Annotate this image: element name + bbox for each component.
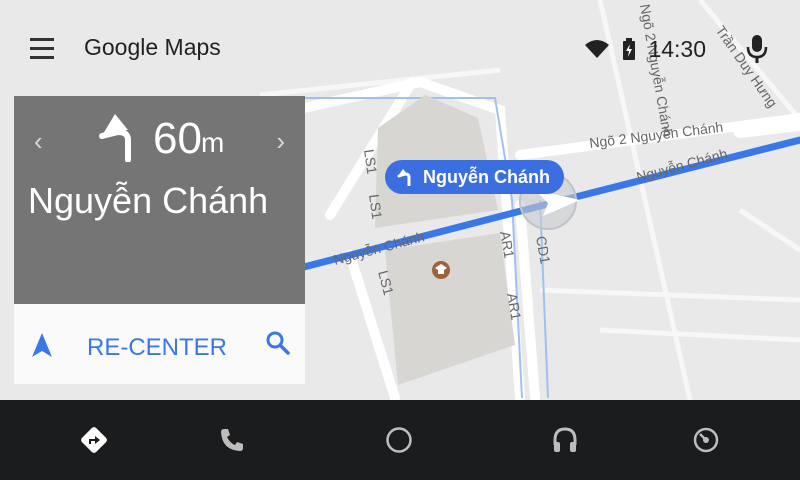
app-title: Google Maps — [84, 34, 221, 60]
top-bar: Google Maps 14:30 — [0, 0, 800, 96]
home-icon[interactable] — [379, 420, 419, 460]
recenter-button[interactable]: RE-CENTER — [87, 334, 227, 362]
turn-left-icon — [99, 114, 131, 162]
headphones-icon[interactable] — [545, 420, 585, 460]
bottom-nav-bar — [0, 400, 800, 480]
battery-icon — [623, 38, 636, 60]
wifi-icon — [585, 40, 610, 58]
navigation-icon[interactable] — [74, 420, 114, 460]
microphone-icon[interactable] — [744, 34, 770, 64]
distance-value: 60 — [153, 114, 202, 163]
status-area: 14:30 — [584, 32, 770, 66]
search-icon[interactable] — [265, 330, 291, 356]
next-step-button[interactable]: › — [276, 126, 285, 157]
current-street-pill: Nguyễn Chánh — [385, 160, 565, 194]
menu-icon — [30, 38, 54, 41]
menu-button[interactable] — [22, 32, 62, 66]
phone-icon[interactable] — [212, 420, 252, 460]
recenter-card: RE-CENTER — [14, 304, 305, 384]
turn-left-small-icon — [397, 169, 411, 186]
turn-instruction-card[interactable]: ‹ 60 m › Nguyễn Chánh — [14, 96, 305, 304]
previous-step-button[interactable]: ‹ — [34, 126, 43, 157]
next-street-name: Nguyễn Chánh — [28, 180, 269, 221]
clock: 14:30 — [648, 35, 706, 62]
navigation-arrow-icon[interactable] — [31, 332, 53, 358]
school-poi-icon[interactable] — [432, 261, 450, 279]
current-street-name: Nguyễn Chánh — [423, 166, 551, 187]
distance-unit: m — [201, 127, 225, 158]
car-icon[interactable] — [686, 420, 726, 460]
